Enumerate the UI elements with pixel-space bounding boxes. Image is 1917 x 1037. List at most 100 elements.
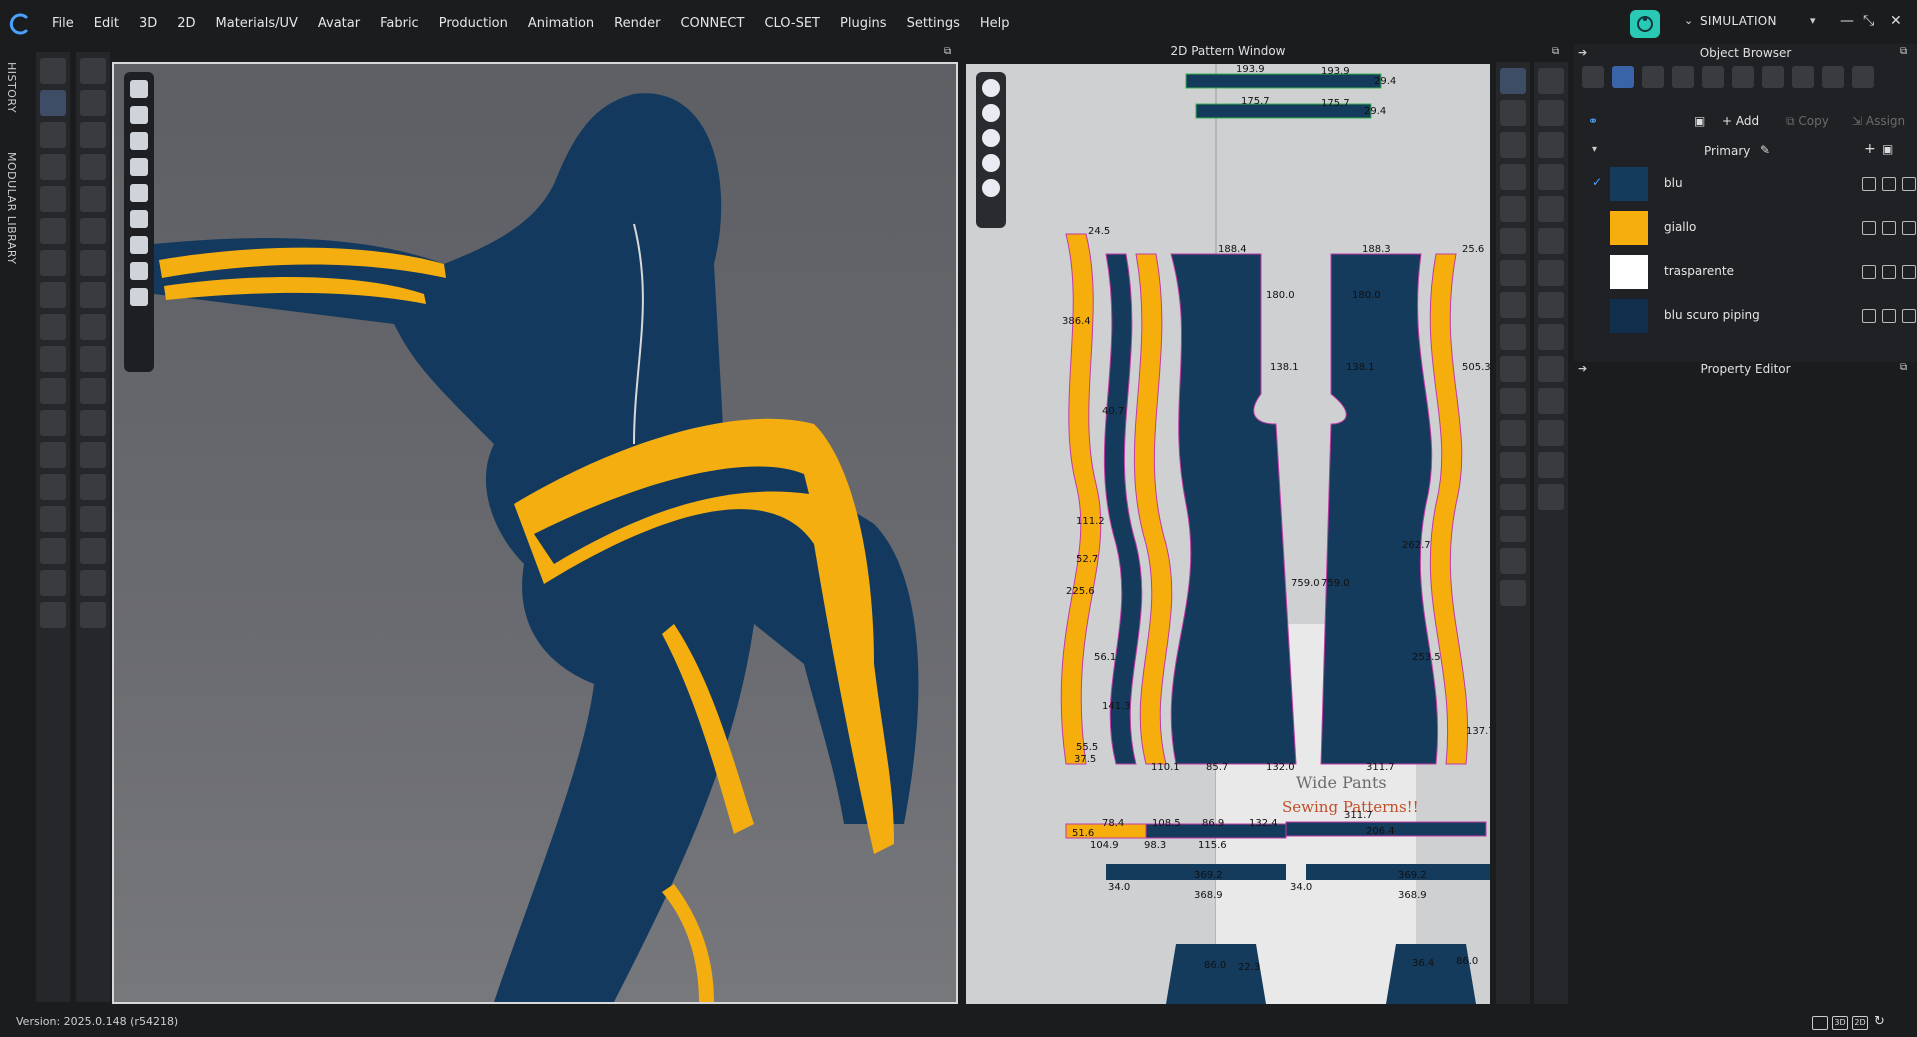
internal-polygon-icon[interactable] — [1500, 228, 1526, 254]
cut-icon[interactable] — [1500, 324, 1526, 350]
measure-tool-icon[interactable] — [40, 282, 66, 308]
menu-production[interactable]: Production — [429, 14, 518, 34]
menu-avatar[interactable]: Avatar — [308, 14, 370, 34]
3d-viewport[interactable] — [112, 62, 958, 1004]
arrange-tool-icon[interactable] — [40, 250, 66, 276]
shirt-tool-icon[interactable] — [40, 410, 66, 436]
avatar-icon[interactable] — [130, 184, 148, 202]
garment-tool-icon[interactable] — [40, 378, 66, 404]
annotation-b-icon[interactable] — [1500, 484, 1526, 510]
menu-plugins[interactable]: Plugins — [830, 14, 897, 34]
link-icon[interactable]: ⚭ — [1588, 114, 1598, 128]
graphic-edit-icon[interactable] — [1538, 292, 1564, 318]
steam-tool-icon[interactable] — [40, 346, 66, 372]
modular-library-tab[interactable]: MODULAR LIBRARY — [5, 152, 18, 265]
pipe-tool-icon[interactable] — [40, 506, 66, 532]
seam-allowance-icon[interactable] — [1500, 420, 1526, 446]
texture-edit-icon[interactable] — [1538, 260, 1564, 286]
buttonhole-tab-icon[interactable] — [1702, 66, 1724, 88]
light-icon[interactable] — [130, 262, 148, 280]
edit-colorway-icon[interactable]: ✎ — [1760, 143, 1770, 157]
object-browser-expand-icon[interactable]: ⧉ — [1900, 46, 1907, 57]
layer-tool-icon[interactable] — [80, 410, 106, 436]
material-copy-icon[interactable] — [1902, 309, 1916, 323]
pattern-group-icon[interactable] — [1538, 100, 1564, 126]
free-sewing-icon[interactable] — [1538, 356, 1564, 382]
topstitch-tool-icon[interactable] — [80, 314, 106, 340]
trim-tab-icon[interactable] — [1822, 66, 1844, 88]
hanger-tool-icon[interactable] — [80, 218, 106, 244]
drape-tool-icon[interactable] — [80, 122, 106, 148]
menu-2d[interactable]: 2D — [167, 14, 205, 34]
3d-view-icon[interactable]: 3D — [1832, 1016, 1848, 1030]
menu-connect[interactable]: CONNECT — [670, 14, 754, 34]
menu-materials-uv[interactable]: Materials/UV — [206, 14, 308, 34]
globe-icon[interactable] — [130, 288, 148, 306]
zipper-tab-icon[interactable] — [1792, 66, 1814, 88]
2d-view-icon[interactable]: 2D — [1852, 1016, 1868, 1030]
edit-tool-icon[interactable] — [40, 122, 66, 148]
gizmo-tool-icon[interactable] — [80, 346, 106, 372]
menu-fabric[interactable]: Fabric — [370, 14, 429, 34]
material-copy-icon[interactable] — [1902, 177, 1916, 191]
trim-tool-icon[interactable] — [40, 570, 66, 596]
pleat-icon[interactable] — [1500, 580, 1526, 606]
pen-icon[interactable] — [982, 79, 1000, 97]
sphere-tool-icon[interactable] — [80, 378, 106, 404]
menu-animation[interactable]: Animation — [518, 14, 604, 34]
restore-icon[interactable]: ⤡ — [1863, 13, 1874, 29]
material-swatch[interactable] — [1610, 299, 1648, 333]
material-add-icon[interactable] — [1862, 309, 1876, 323]
notch-icon[interactable] — [1500, 516, 1526, 542]
puckering-tool-icon[interactable] — [40, 602, 66, 628]
material-swatch[interactable] — [1610, 255, 1648, 289]
shirt-pattern-icon[interactable] — [1538, 228, 1564, 254]
trim-icon[interactable] — [1538, 452, 1564, 478]
close-icon[interactable]: ✕ — [1890, 13, 1902, 29]
pieces-icon[interactable] — [130, 158, 148, 176]
menu-edit[interactable]: Edit — [84, 14, 129, 34]
material-add-icon[interactable] — [1862, 221, 1876, 235]
material-row-blu[interactable]: ✓ blu — [1592, 164, 1916, 204]
menu-3d[interactable]: 3D — [129, 14, 167, 34]
simulation-dropdown-icon[interactable]: ▾ — [1810, 14, 1816, 27]
list-view-icon[interactable] — [1582, 66, 1604, 88]
2d-window-expand-icon[interactable]: ⧉ — [1552, 46, 1559, 57]
tack-tool-icon[interactable] — [40, 218, 66, 244]
material-row-giallo[interactable]: giallo — [1592, 208, 1916, 248]
colorway-name[interactable]: Primary — [1704, 144, 1750, 158]
zipper-tool-icon[interactable] — [40, 474, 66, 500]
material-grid-icon[interactable] — [1882, 177, 1896, 191]
colorway-collapse-icon[interactable]: ▾ — [1592, 144, 1597, 155]
pin-tool-icon[interactable] — [40, 186, 66, 212]
bend-tool-icon[interactable] — [80, 154, 106, 180]
material-swatch[interactable] — [1610, 167, 1648, 201]
clo-logo-icon[interactable] — [8, 12, 32, 36]
panel-tool-icon[interactable] — [80, 538, 106, 564]
select-tool-icon[interactable] — [40, 58, 66, 84]
material-swatch[interactable] — [1610, 211, 1648, 245]
material-copy-icon[interactable] — [1902, 221, 1916, 235]
zigzag-icon[interactable] — [1538, 420, 1564, 446]
fabric-icon[interactable] — [130, 210, 148, 228]
sewing-machine-icon[interactable] — [1538, 196, 1564, 222]
split-view-icon[interactable] — [1812, 1016, 1828, 1030]
rectangle-icon[interactable] — [1500, 196, 1526, 222]
polygon-icon[interactable] — [1500, 164, 1526, 190]
measure-tab-icon[interactable] — [1852, 66, 1874, 88]
refresh-icon[interactable]: ↻ — [1874, 1014, 1885, 1029]
menu-clo-set[interactable]: CLO-SET — [754, 14, 830, 34]
add-button[interactable]: + Add — [1722, 114, 1759, 128]
tape-tool-icon[interactable] — [40, 538, 66, 564]
material-add-icon[interactable] — [1862, 177, 1876, 191]
segment-sewing-icon[interactable] — [1538, 324, 1564, 350]
button-tool-icon[interactable] — [40, 442, 66, 468]
simulation-mode-label[interactable]: SIMULATION — [1700, 14, 1777, 28]
2d-pattern-canvas[interactable]: 193.9 193.9 175.7 175.7 29.4 29.4 Wide P… — [966, 64, 1490, 1004]
graphic-tab-icon[interactable] — [1642, 66, 1664, 88]
seam-tool-icon[interactable] — [80, 474, 106, 500]
strap-tool-icon[interactable] — [80, 602, 106, 628]
cube-icon[interactable] — [130, 80, 148, 98]
cap-tool-icon[interactable] — [80, 442, 106, 468]
fabric-swatch-icon[interactable] — [982, 154, 1000, 172]
